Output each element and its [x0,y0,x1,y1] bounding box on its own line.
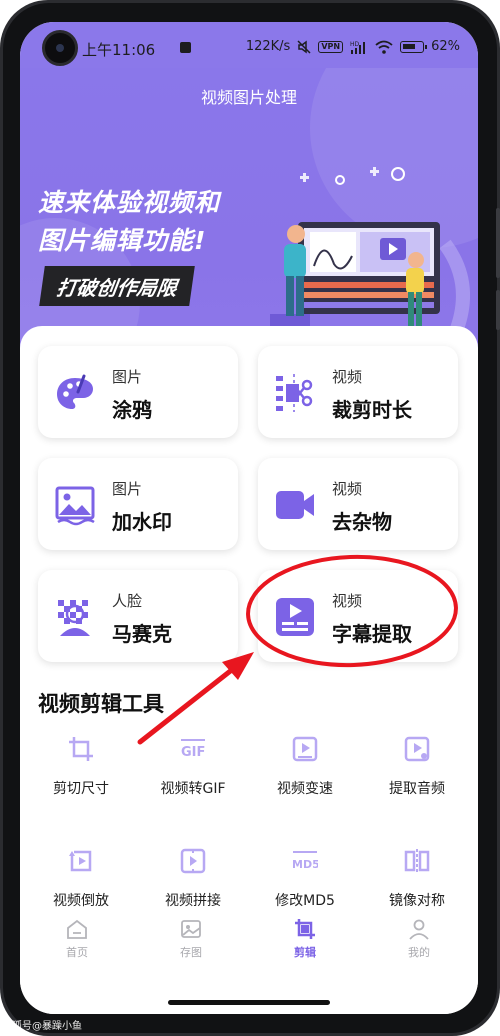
tab-label: 我的 [408,946,430,959]
watermark: 搜狐号@暴躁小鱼 [2,1021,82,1032]
gif-icon: GIF [181,739,205,760]
status-indicators: 122K/s VPN HD 62% [246,39,460,54]
tab-edit[interactable]: 剪辑 [248,912,362,960]
card-name: 涂鸦 [112,398,152,422]
gallery-icon [181,920,201,938]
card-category: 人脸 [112,592,143,610]
reverse-icon [69,850,92,872]
wifi-icon [375,40,393,54]
card-category: 图片 [112,368,143,386]
mosaic-face-icon [58,600,90,636]
card-category: 视频 [332,592,363,610]
tools-section-title: 视频剪辑工具 [38,692,164,716]
feature-panel: 图片 涂鸦 视频 裁剪时长 图片 加水印 视频 去杂物 人脸 马赛克 视频 字幕… [20,326,478,1014]
scissors-icon [276,374,313,412]
svg-text:MD5: MD5 [292,858,318,871]
card-name: 加水印 [112,510,172,534]
tab-home[interactable]: 首页 [20,912,134,960]
phone-frame: 视频图片处理 速来体验视频和 图片编辑功能! 打破创作局限 上午11:06 12… [0,0,500,1036]
md5-icon: MD5 [292,851,318,871]
palette-icon [57,374,93,409]
volume-button [496,208,500,278]
battery-icon [400,40,428,53]
power-button [496,290,500,330]
card-add-watermark[interactable]: 图片 加水印 [38,458,238,550]
vpn-icon: VPN [318,40,344,53]
card-graffiti[interactable]: 图片 涂鸦 [38,346,238,438]
tool-label: 剪切尺寸 [53,781,109,797]
tab-label: 首页 [66,946,88,959]
tool-label: 视频倒放 [53,893,109,909]
front-camera-icon [42,30,78,66]
home-icon [67,919,87,939]
bottom-tab-bar: 首页 存图 剪辑 我的 [20,912,478,972]
tool-label: 提取音频 [389,781,445,797]
promo-line-1: 速来体验视频和 [38,188,221,217]
status-time: 上午11:06 [82,41,156,59]
card-name: 字幕提取 [332,622,412,646]
promo-button[interactable]: 打破创作局限 [39,266,195,306]
tool-crop-size[interactable]: 剪切尺寸 [26,726,136,816]
editing-illustration-icon [270,167,470,344]
card-name: 马赛克 [112,622,172,646]
subtitle-icon [276,598,314,636]
screen: 视频图片处理 速来体验视频和 图片编辑功能! 打破创作局限 上午11:06 12… [20,22,478,1014]
card-category: 视频 [332,368,363,386]
card-mosaic[interactable]: 人脸 马赛克 [38,570,238,662]
merge-icon [180,848,206,874]
video-camera-icon [276,491,314,519]
card-name: 去杂物 [332,510,392,534]
svg-text:HD: HD [350,41,360,48]
tab-label: 存图 [180,946,202,959]
tool-label: 镜像对称 [389,893,445,909]
tool-label: 视频转GIF [160,781,226,797]
svg-text:GIF: GIF [181,745,205,760]
tool-label: 视频变速 [277,781,333,797]
edit-crop-icon [295,919,315,939]
profile-icon [409,919,429,940]
mirror-icon [404,849,430,873]
image-icon [55,486,95,526]
tool-label: 修改MD5 [275,893,335,909]
notification-app-icon [180,42,191,53]
card-name: 裁剪时长 [332,398,412,422]
mute-icon [297,39,311,54]
battery-level: 62% [431,39,460,54]
crop-icon [69,737,93,761]
cellular-signal-icon: HD [350,41,366,54]
network-speed: 122K/s [245,39,291,54]
card-subtitle-extract[interactable]: 视频 字幕提取 [258,570,458,662]
tab-gallery[interactable]: 存图 [134,912,248,960]
card-category: 视频 [332,480,363,498]
promo-line-2: 图片编辑功能! [38,226,207,255]
speed-icon [292,736,318,762]
card-remove-objects[interactable]: 视频 去杂物 [258,458,458,550]
tool-video-to-gif[interactable]: GIF 视频转GIF [138,726,248,816]
tab-profile[interactable]: 我的 [362,912,476,960]
page-title: 视频图片处理 [200,88,297,107]
tool-video-speed[interactable]: 视频变速 [250,726,360,816]
tool-label: 视频拼接 [165,893,221,909]
card-category: 图片 [112,480,143,498]
card-trim-duration[interactable]: 视频 裁剪时长 [258,346,458,438]
status-bar: 上午11:06 122K/s VPN HD 62% [20,22,478,68]
tool-extract-audio[interactable]: 提取音频 [362,726,472,816]
tab-label: 剪辑 [294,946,316,959]
promo-text: 速来体验视频和 图片编辑功能! [38,184,220,260]
audio-extract-icon [404,736,430,762]
home-indicator[interactable] [168,1000,330,1005]
